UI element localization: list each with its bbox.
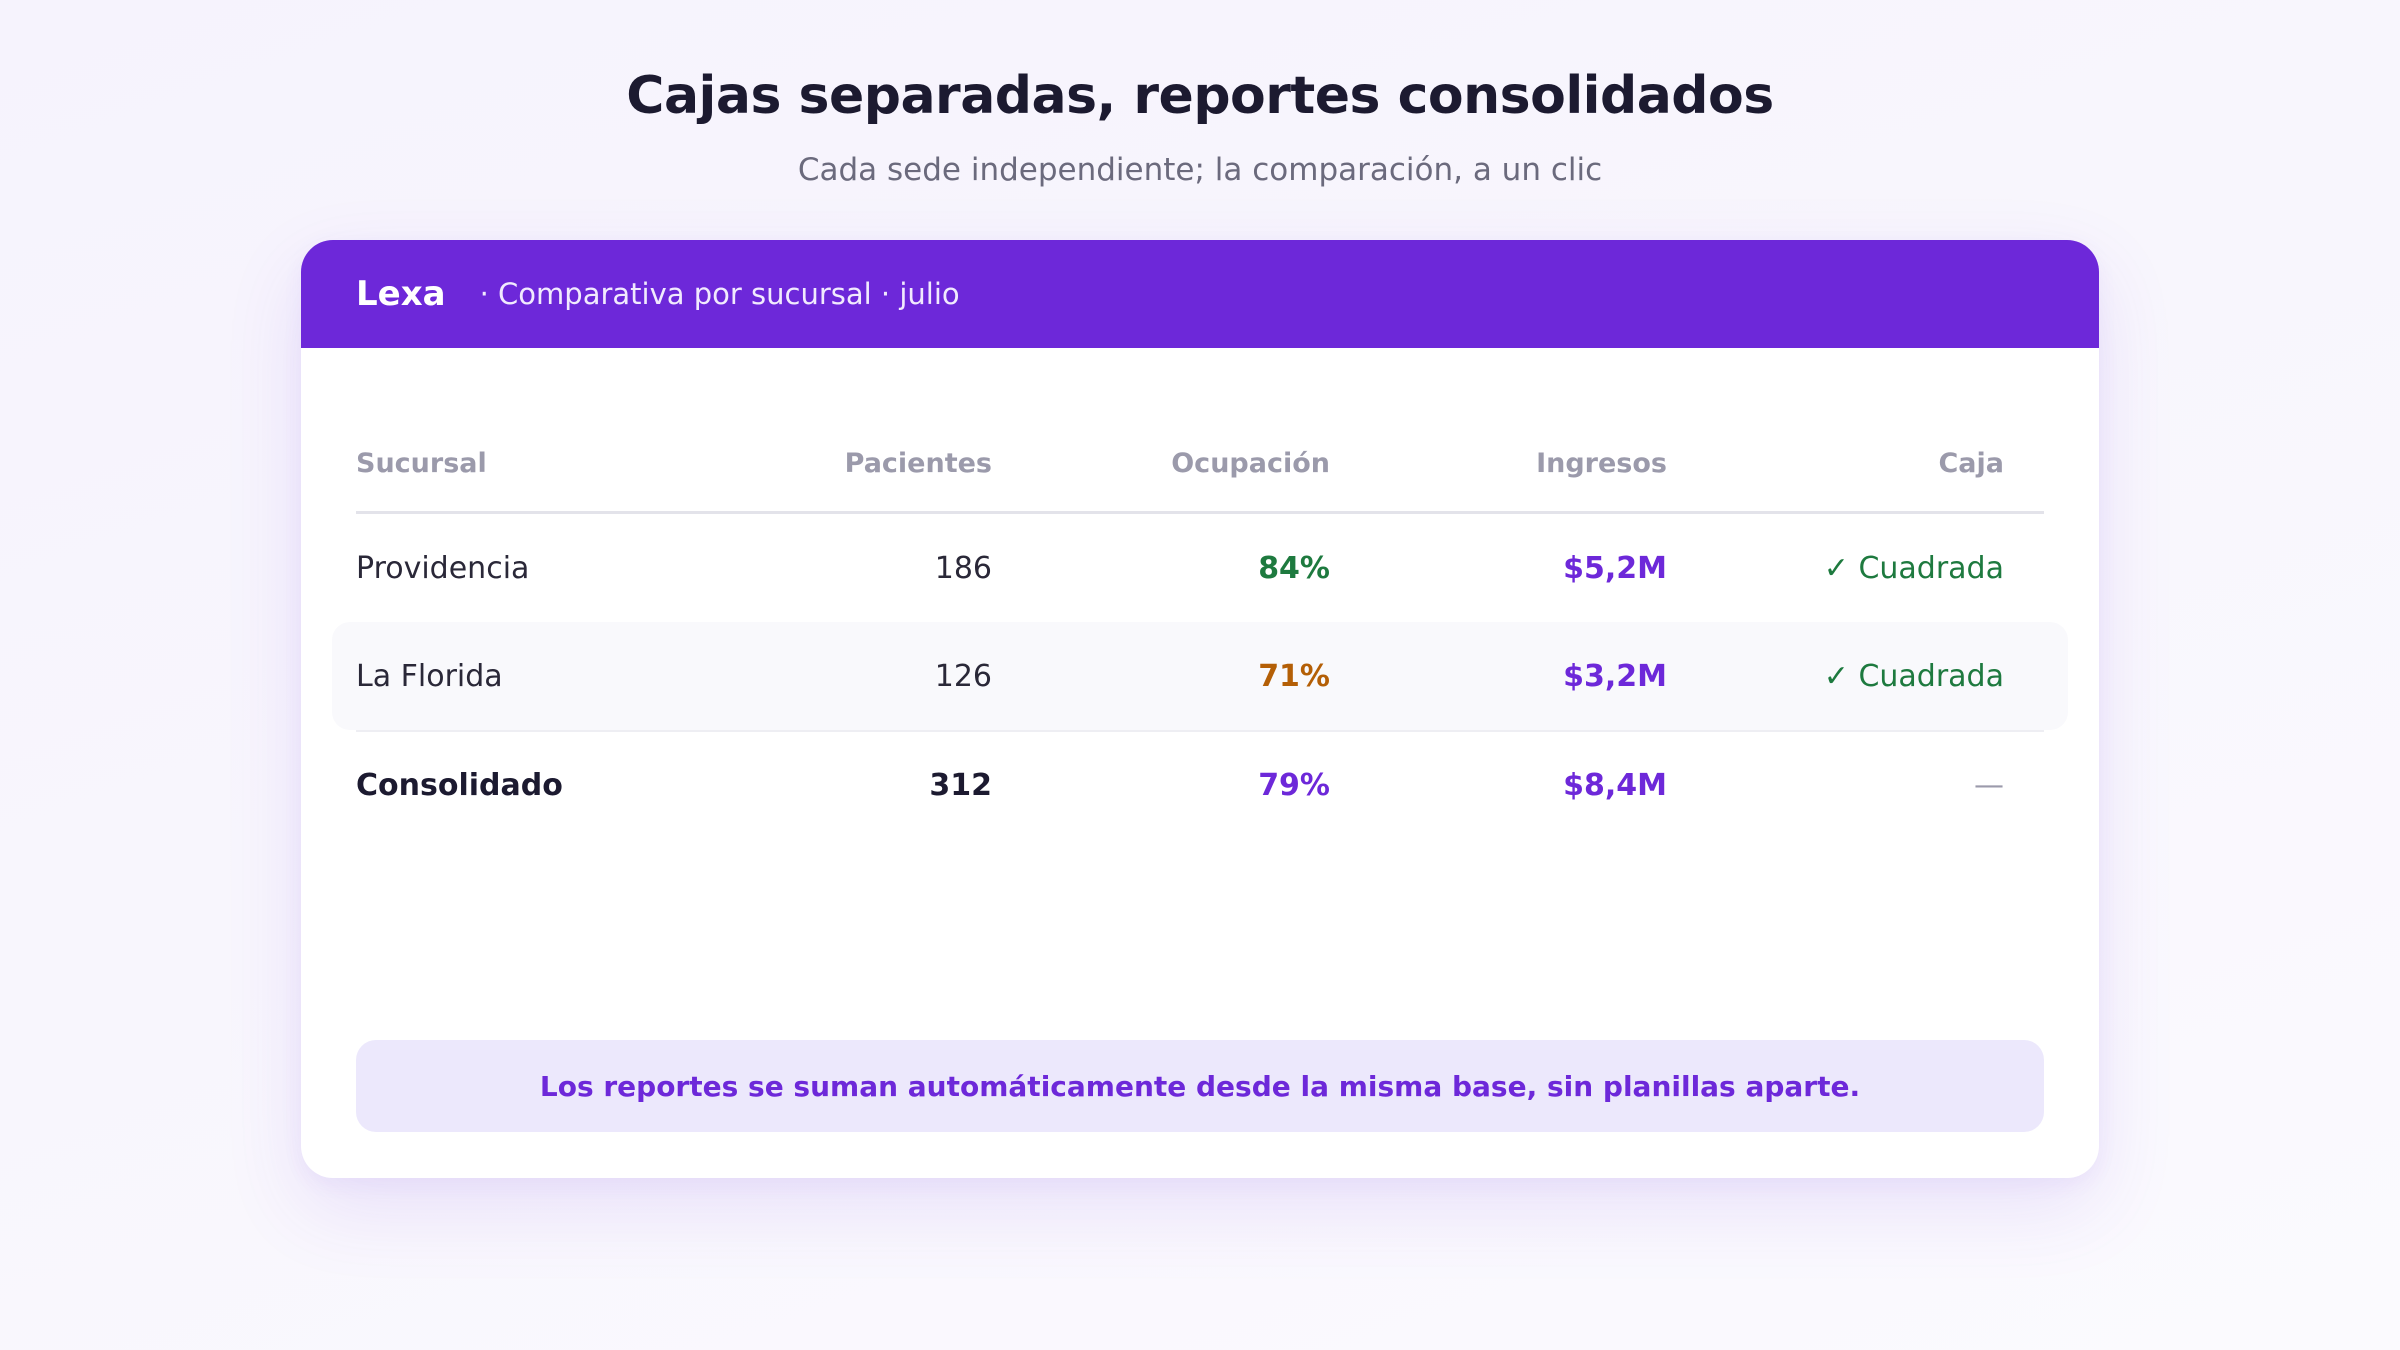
total-cash-status: — [1974, 767, 2004, 803]
card-header: Lexa · Comparativa por sucursal · julio [301, 240, 2099, 348]
table-row: La Florida 126 71% $3,2M ✓ Cuadrada [332, 622, 2068, 730]
total-revenue: $8,4M [1563, 767, 1667, 803]
column-header-ocupacion: Ocupación [1171, 448, 1330, 479]
occupancy-value: 84% [1258, 550, 1330, 586]
table-row: Providencia 186 84% $5,2M ✓ Cuadrada [356, 514, 2044, 622]
report-caption: · Comparativa por sucursal · julio [479, 277, 960, 311]
branch-name: La Florida [356, 658, 503, 694]
page-subtitle: Cada sede independiente; la comparación,… [797, 152, 1603, 188]
patients-count: 186 [934, 550, 992, 586]
column-header-caja: Caja [1938, 448, 2004, 479]
table-total-row: Consolidado 312 79% $8,4M — [356, 730, 2044, 838]
patients-count: 126 [934, 658, 992, 694]
revenue-value: $5,2M [1563, 550, 1667, 586]
occupancy-value: 71% [1258, 658, 1330, 694]
column-header-pacientes: Pacientes [844, 448, 992, 479]
branch-name: Providencia [356, 550, 530, 586]
total-label: Consolidado [356, 767, 563, 803]
brand-logo: Lexa [356, 274, 446, 314]
column-header-sucursal: Sucursal [356, 448, 487, 479]
branch-comparison-card: Lexa · Comparativa por sucursal · julio … [301, 240, 2099, 1178]
branch-table: Sucursal Pacientes Ocupación Ingresos Ca… [332, 348, 2068, 838]
info-note: Los reportes se suman automáticamente de… [356, 1040, 2044, 1132]
table-header-row: Sucursal Pacientes Ocupación Ingresos Ca… [356, 348, 2044, 514]
cash-status: ✓ Cuadrada [1823, 658, 2004, 694]
total-patients: 312 [929, 767, 992, 803]
total-occupancy: 79% [1258, 767, 1330, 803]
cash-status: ✓ Cuadrada [1823, 550, 2004, 586]
page-title: Cajas separadas, reportes consolidados [626, 66, 1774, 126]
revenue-value: $3,2M [1563, 658, 1667, 694]
column-header-ingresos: Ingresos [1536, 448, 1667, 479]
